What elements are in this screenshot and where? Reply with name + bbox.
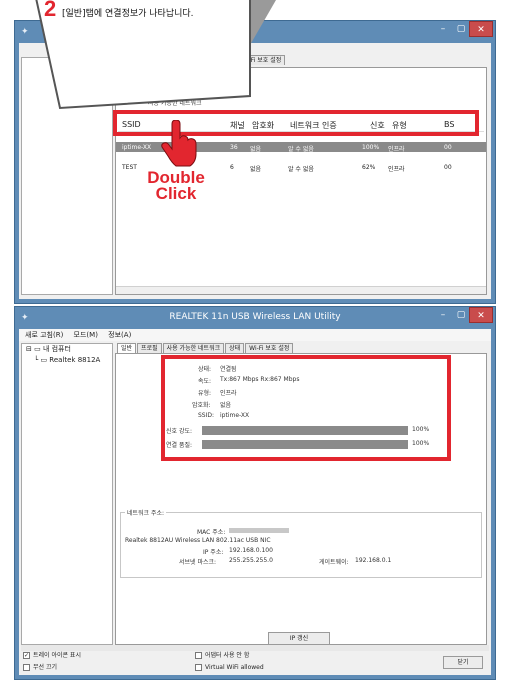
mac-label: MAC 주소: (197, 529, 226, 536)
row-enc: 없음 (250, 166, 262, 173)
disable-adapter-option[interactable]: 어댑터 사용 안 함 (195, 650, 249, 659)
gateway-label: 게이트웨이: (319, 559, 349, 566)
tab-available-networks[interactable]: 사용 가능한 네트워크 (162, 343, 225, 353)
minimize-button[interactable]: – (433, 307, 453, 323)
tree-item-adapter[interactable]: └ ▭ Realtek 8812A (22, 355, 112, 366)
menubar: 새로 고침(R) 모드(M) 정보(A) (19, 329, 491, 341)
row-enc: 없음 (250, 146, 262, 153)
radio-off-option[interactable]: 무선 끄기 (23, 662, 57, 671)
menu-refresh[interactable]: 새로 고침(R) (25, 331, 63, 339)
network-address-group: 네트워크 주소: MAC 주소: Realtek 8812AU Wireless… (120, 508, 482, 578)
close-button[interactable]: ✕ (469, 21, 493, 37)
minimize-button[interactable]: – (433, 21, 453, 37)
row-type: 인프라 (388, 166, 405, 173)
subnet-value: 255.255.255.0 (229, 557, 273, 564)
close-dialog-button[interactable]: 닫기 (443, 656, 483, 669)
row-auth: 알 수 없음 (288, 146, 314, 153)
ip-label: IP 주소: (203, 549, 224, 556)
virtual-wifi-checkbox[interactable] (195, 664, 202, 671)
computer-icon: ⊟ ▭ (26, 345, 43, 353)
double-click-label: Double Click (147, 168, 205, 203)
network-group-title: 네트워크 주소: (125, 508, 167, 517)
row-channel: 6 (230, 164, 234, 171)
menu-about[interactable]: 정보(A) (108, 331, 131, 339)
menu-mode[interactable]: 모드(M) (74, 331, 98, 339)
tab-profile[interactable]: 프로필 (137, 343, 162, 353)
row-type: 인프라 (388, 146, 405, 153)
row-signal: 62% (362, 164, 376, 171)
row-bs: 00 (444, 144, 452, 151)
tray-icon-option[interactable]: ✓ 트레이 아이콘 표시 (23, 650, 81, 659)
subnet-label: 서브넷 마스크: (179, 559, 217, 566)
row-auth: 알 수 없음 (288, 166, 314, 173)
horizontal-scrollbar[interactable] (21, 645, 489, 651)
renew-ip-button[interactable]: IP 갱신 (268, 632, 330, 645)
mac-value-redacted (229, 528, 289, 533)
tab-general[interactable]: 일반 (117, 343, 137, 353)
window-title: REALTEK 11n USB Wireless LAN Utility (169, 312, 341, 322)
row-signal: 100% (362, 144, 380, 151)
tree-item-my-computer[interactable]: ⊟ ▭ 내 컴퓨터 (22, 344, 112, 355)
callout-text: [일반]탭에 연결정보가 나타납니다. (62, 9, 194, 19)
virtual-wifi-option[interactable]: Virtual WiFi allowed (195, 664, 264, 671)
tab-status[interactable]: 상태 (225, 343, 245, 353)
radio-off-checkbox[interactable] (23, 664, 30, 671)
titlebar: ✦ REALTEK 11n USB Wireless LAN Utility –… (15, 307, 495, 329)
row-channel: 36 (230, 144, 238, 151)
row-bs: 00 (444, 164, 452, 171)
maximize-button[interactable]: ▢ (453, 21, 469, 37)
adapter-name: Realtek 8812AU Wireless LAN 802.11ac USB… (125, 537, 271, 544)
ip-value: 192.168.0.100 (229, 547, 273, 554)
highlight-box-status (161, 355, 451, 461)
maximize-button[interactable]: ▢ (453, 307, 469, 323)
tab-wps[interactable]: Wi-Fi 보호 설정 (245, 343, 294, 353)
callout-step-number: 2 (44, 0, 57, 21)
close-button[interactable]: ✕ (469, 307, 493, 323)
disable-adapter-checkbox[interactable] (195, 652, 202, 659)
adapter-icon: └ ▭ (34, 356, 50, 364)
row-ssid: iptime-XX (122, 144, 152, 151)
tab-strip: 일반 프로필 사용 가능한 네트워크 상태 Wi-Fi 보호 설정 (117, 343, 294, 353)
device-tree[interactable]: ⊟ ▭ 내 컴퓨터 └ ▭ Realtek 8812A (21, 343, 113, 645)
hand-pointer-icon (160, 119, 200, 170)
gateway-value: 192.168.0.1 (355, 557, 392, 564)
row-ssid: TEST (122, 164, 137, 171)
horizontal-scrollbar[interactable] (116, 286, 486, 294)
tray-icon-checkbox[interactable]: ✓ (23, 652, 30, 659)
